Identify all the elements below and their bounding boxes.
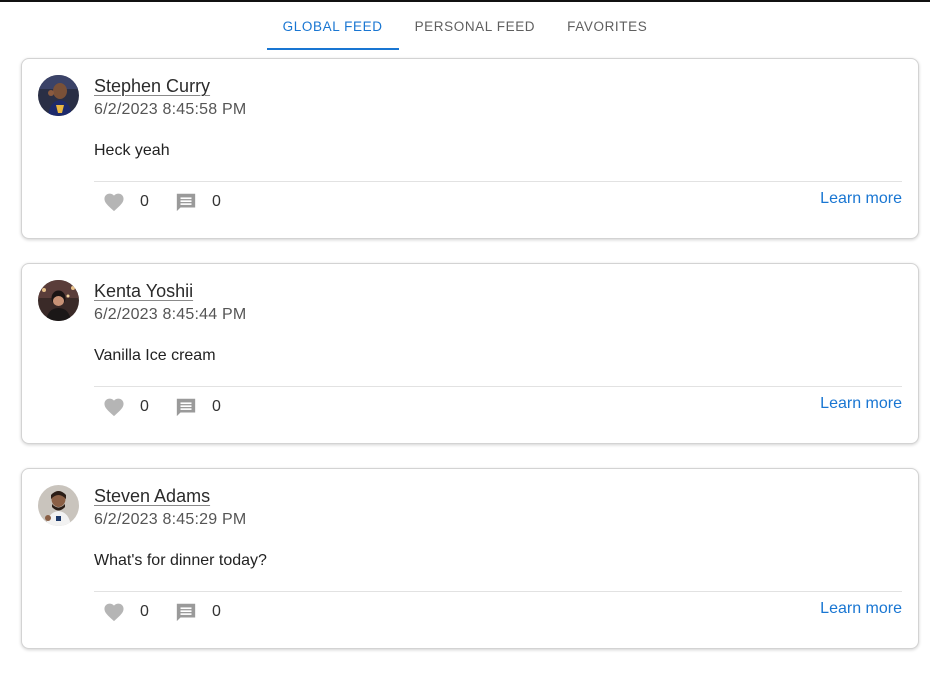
divider bbox=[94, 386, 902, 387]
post-content: Vanilla Ice cream bbox=[94, 347, 216, 364]
comment-count: 0 bbox=[212, 193, 221, 210]
comment-icon[interactable] bbox=[174, 191, 198, 213]
post-actions: 0 0 bbox=[102, 396, 228, 418]
tab-favorites[interactable]: FAVORITES bbox=[551, 2, 663, 50]
comment-icon[interactable] bbox=[174, 396, 198, 418]
post-content: Heck yeah bbox=[94, 142, 170, 159]
post-feed: Stephen Curry 6/2/2023 8:45:58 PM Heck y… bbox=[21, 58, 919, 673]
feed-tabs: GLOBAL FEED PERSONAL FEED FAVORITES bbox=[0, 2, 930, 50]
comment-icon[interactable] bbox=[174, 601, 198, 623]
post-author-link[interactable]: Steven Adams bbox=[94, 486, 210, 507]
post-actions: 0 0 bbox=[102, 601, 228, 623]
like-count: 0 bbox=[140, 603, 149, 620]
avatar[interactable] bbox=[38, 75, 79, 116]
post-card: Stephen Curry 6/2/2023 8:45:58 PM Heck y… bbox=[21, 58, 919, 239]
post-timestamp: 6/2/2023 8:45:58 PM bbox=[94, 101, 247, 118]
post-card: Steven Adams 6/2/2023 8:45:29 PM What's … bbox=[21, 468, 919, 649]
like-count: 0 bbox=[140, 193, 149, 210]
learn-more-button[interactable]: Learn more bbox=[820, 190, 902, 208]
heart-icon[interactable] bbox=[102, 396, 126, 418]
learn-more-button[interactable]: Learn more bbox=[820, 600, 902, 618]
post-card: Kenta Yoshii 6/2/2023 8:45:44 PM Vanilla… bbox=[21, 263, 919, 444]
post-author-link[interactable]: Stephen Curry bbox=[94, 76, 210, 97]
heart-icon[interactable] bbox=[102, 601, 126, 623]
avatar[interactable] bbox=[38, 485, 79, 526]
like-count: 0 bbox=[140, 398, 149, 415]
avatar[interactable] bbox=[38, 280, 79, 321]
divider bbox=[94, 591, 902, 592]
tab-global-feed[interactable]: GLOBAL FEED bbox=[266, 2, 399, 50]
post-timestamp: 6/2/2023 8:45:29 PM bbox=[94, 511, 247, 528]
post-content: What's for dinner today? bbox=[94, 552, 267, 569]
post-author-link[interactable]: Kenta Yoshii bbox=[94, 281, 193, 302]
comment-count: 0 bbox=[212, 603, 221, 620]
tab-personal-feed[interactable]: PERSONAL FEED bbox=[399, 2, 552, 50]
learn-more-button[interactable]: Learn more bbox=[820, 395, 902, 413]
comment-count: 0 bbox=[212, 398, 221, 415]
post-actions: 0 0 bbox=[102, 191, 228, 213]
divider bbox=[94, 181, 902, 182]
heart-icon[interactable] bbox=[102, 191, 126, 213]
post-timestamp: 6/2/2023 8:45:44 PM bbox=[94, 306, 247, 323]
